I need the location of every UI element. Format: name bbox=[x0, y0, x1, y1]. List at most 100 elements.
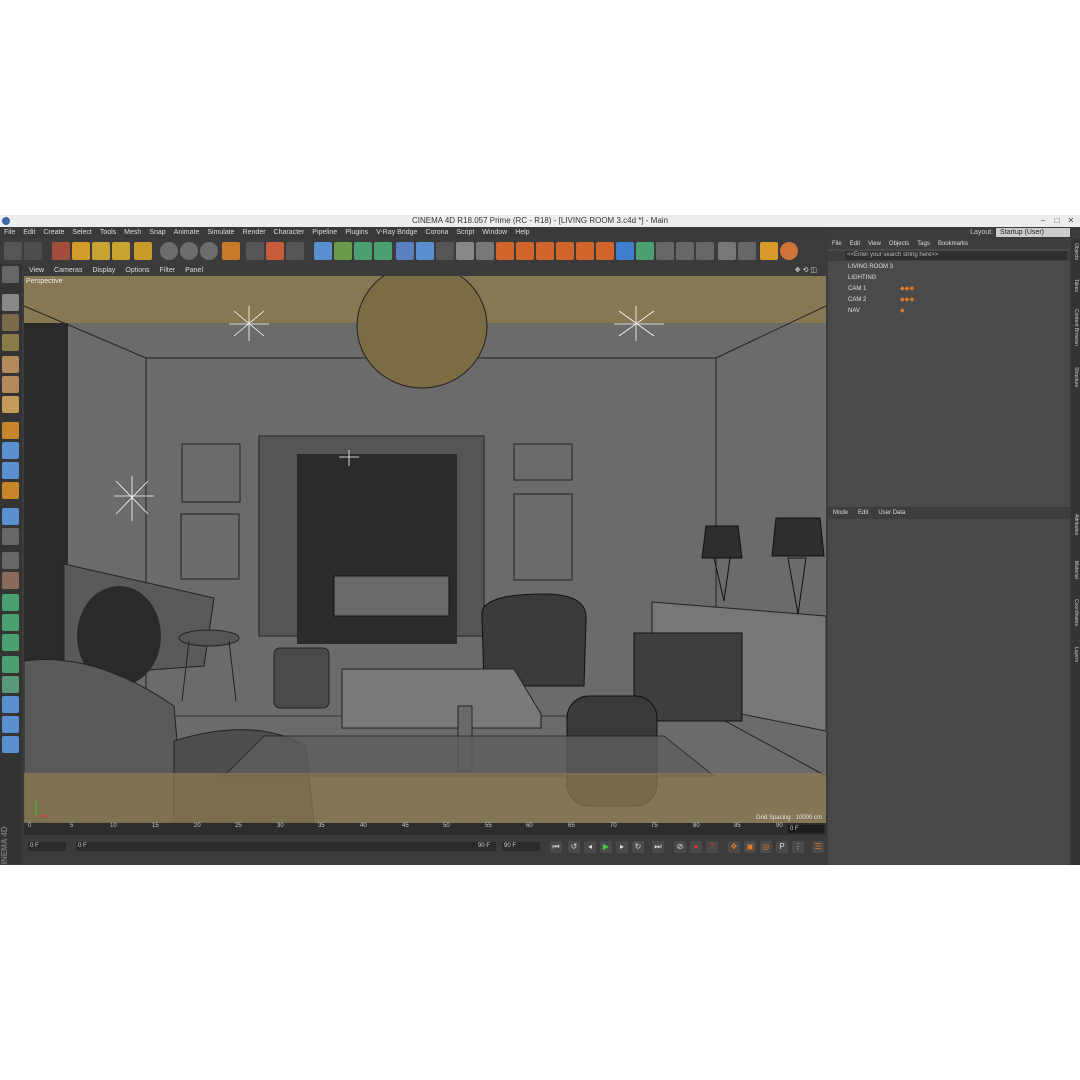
vray-light-icon[interactable] bbox=[516, 242, 534, 260]
record-keys-icon[interactable]: ⊘ bbox=[674, 841, 686, 853]
menu-help[interactable]: Help bbox=[511, 227, 533, 238]
menu-animate[interactable]: Animate bbox=[170, 227, 204, 238]
menu-select[interactable]: Select bbox=[68, 227, 95, 238]
timeline-window-icon[interactable]: ☰ bbox=[812, 841, 824, 853]
previous-frame-icon[interactable]: ◂ bbox=[584, 841, 596, 853]
plugin-tool-icon[interactable] bbox=[696, 242, 714, 260]
redo-icon[interactable] bbox=[24, 242, 42, 260]
key-pla-icon[interactable]: ⋮ bbox=[792, 841, 804, 853]
current-frame-field[interactable]: 0 F bbox=[788, 825, 824, 833]
hair-icon[interactable] bbox=[2, 696, 19, 713]
rotate-icon[interactable] bbox=[112, 242, 130, 260]
menu-script[interactable]: Script bbox=[452, 227, 478, 238]
preview-range-slider[interactable]: 0 F bbox=[76, 842, 496, 851]
vray-frame-icon[interactable] bbox=[476, 242, 494, 260]
vray-tool-icon[interactable] bbox=[596, 242, 614, 260]
lock-icon[interactable] bbox=[2, 528, 19, 545]
play-icon[interactable]: ▶ bbox=[600, 841, 612, 853]
vp-menu-filter[interactable]: Filter bbox=[155, 265, 181, 276]
workplane-mode-icon[interactable] bbox=[2, 334, 19, 351]
polygons-mode-icon[interactable] bbox=[2, 396, 19, 413]
cloner-icon[interactable] bbox=[2, 614, 19, 631]
points-mode-icon[interactable] bbox=[2, 356, 19, 373]
menu-window[interactable]: Window bbox=[478, 227, 511, 238]
object-search-input[interactable]: <<Enter your search string here>> bbox=[845, 251, 1067, 260]
recent-tool-icon[interactable] bbox=[134, 242, 152, 260]
keyframe-selection-icon[interactable]: ? bbox=[706, 841, 718, 853]
side-tab-attributes[interactable]: Attributes bbox=[1072, 514, 1079, 535]
vray-sun-icon[interactable] bbox=[556, 242, 574, 260]
viewport-solo-icon[interactable] bbox=[2, 552, 19, 569]
pen-spline-icon[interactable] bbox=[334, 242, 352, 260]
dynamics-icon[interactable] bbox=[2, 676, 19, 693]
corona-tool-icon[interactable] bbox=[738, 242, 756, 260]
render-settings-icon[interactable] bbox=[286, 242, 304, 260]
object-row[interactable]: LIGHTING bbox=[828, 273, 1070, 284]
corona-render-icon[interactable] bbox=[760, 242, 778, 260]
make-editable-icon[interactable] bbox=[2, 266, 19, 283]
tweak-mode-icon[interactable] bbox=[2, 442, 19, 459]
end-frame-field[interactable]: 90 F bbox=[502, 842, 540, 851]
menu-corona[interactable]: Corona bbox=[421, 227, 452, 238]
camera-icon[interactable] bbox=[436, 242, 454, 260]
object-row[interactable]: NAV ◆ bbox=[828, 306, 1070, 317]
next-key-icon[interactable]: ↻ bbox=[632, 841, 644, 853]
side-tab-material[interactable]: Material bbox=[1072, 561, 1079, 579]
side-tab-layers[interactable]: Layers bbox=[1072, 647, 1079, 662]
maximize-button[interactable]: □ bbox=[1050, 215, 1064, 227]
am-menu-mode[interactable]: Mode bbox=[828, 508, 853, 519]
menu-character[interactable]: Character bbox=[270, 227, 309, 238]
menu-file[interactable]: File bbox=[0, 227, 19, 238]
sculpt-icon[interactable] bbox=[2, 572, 19, 589]
side-tab-coordinates[interactable]: Coordinates bbox=[1072, 599, 1079, 626]
menu-plugins[interactable]: Plugins bbox=[341, 227, 372, 238]
solo-icon[interactable] bbox=[2, 508, 19, 525]
workplane-icon[interactable] bbox=[2, 482, 19, 499]
go-to-start-icon[interactable]: ⏮ bbox=[550, 841, 562, 853]
minimize-button[interactable]: – bbox=[1036, 215, 1050, 227]
om-menu-file[interactable]: File bbox=[828, 239, 846, 249]
start-frame-field[interactable]: 0 F bbox=[28, 842, 66, 851]
mograph-icon[interactable] bbox=[2, 594, 19, 611]
menu-edit[interactable]: Edit bbox=[19, 227, 39, 238]
vp-menu-display[interactable]: Display bbox=[87, 265, 120, 276]
snapping-icon[interactable] bbox=[2, 462, 19, 479]
corona-sun-icon[interactable] bbox=[780, 242, 798, 260]
vp-menu-panel[interactable]: Panel bbox=[180, 265, 208, 276]
side-tab-structure[interactable]: Structure bbox=[1072, 367, 1079, 387]
vray-camera-icon[interactable] bbox=[496, 242, 514, 260]
om-menu-bookmarks[interactable]: Bookmarks bbox=[934, 239, 972, 249]
key-position-icon[interactable]: ✥ bbox=[728, 841, 740, 853]
om-menu-tags[interactable]: Tags bbox=[913, 239, 934, 249]
menu-tools[interactable]: Tools bbox=[96, 227, 120, 238]
array-icon[interactable] bbox=[374, 242, 392, 260]
vray-proxy-icon[interactable] bbox=[576, 242, 594, 260]
am-menu-user-data[interactable]: User Data bbox=[873, 508, 910, 519]
move-icon[interactable] bbox=[72, 242, 90, 260]
om-menu-view[interactable]: View bbox=[864, 239, 885, 249]
vp-menu-view[interactable]: View bbox=[24, 265, 49, 276]
plugin-tool-icon[interactable] bbox=[676, 242, 694, 260]
side-tab-takes[interactable]: Takes bbox=[1072, 279, 1079, 292]
live-select-icon[interactable] bbox=[52, 242, 70, 260]
key-param-icon[interactable]: P bbox=[776, 841, 788, 853]
light-icon[interactable] bbox=[456, 242, 474, 260]
camera-tag-icon[interactable]: ◆◆◉ bbox=[900, 284, 914, 295]
y-axis-icon[interactable] bbox=[180, 242, 198, 260]
om-menu-edit[interactable]: Edit bbox=[846, 239, 864, 249]
next-frame-icon[interactable]: ▸ bbox=[616, 841, 628, 853]
texture-mode-icon[interactable] bbox=[2, 314, 19, 331]
z-axis-icon[interactable] bbox=[200, 242, 218, 260]
x-axis-icon[interactable] bbox=[160, 242, 178, 260]
menu-simulate[interactable]: Simulate bbox=[203, 227, 238, 238]
menu-snap[interactable]: Snap bbox=[145, 227, 169, 238]
deformer-icon[interactable] bbox=[396, 242, 414, 260]
plugin-tool-icon[interactable] bbox=[656, 242, 674, 260]
key-scale-icon[interactable]: ▣ bbox=[744, 841, 756, 853]
model-mode-icon[interactable] bbox=[2, 294, 19, 311]
edges-mode-icon[interactable] bbox=[2, 376, 19, 393]
floor-icon[interactable] bbox=[416, 242, 434, 260]
layout-dropdown[interactable]: Startup (User) bbox=[996, 228, 1070, 237]
vp-menu-cameras[interactable]: Cameras bbox=[49, 265, 87, 276]
key-rotation-icon[interactable]: ◎ bbox=[760, 841, 772, 853]
